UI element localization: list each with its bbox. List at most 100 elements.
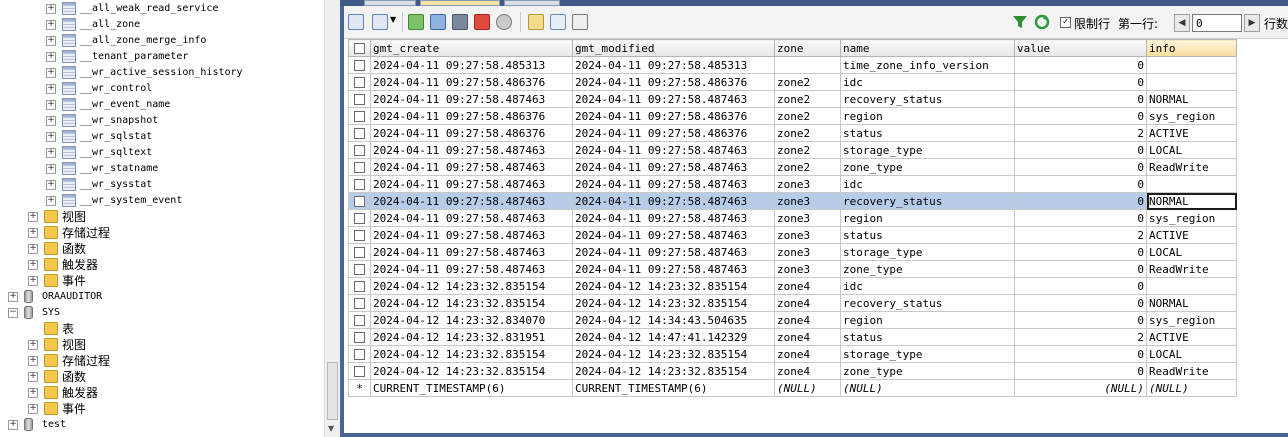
cell-info[interactable] xyxy=(1146,277,1237,295)
cell-gmt-create[interactable]: 2024-04-11 09:27:58.486376 xyxy=(370,107,573,125)
table-row[interactable]: 2024-04-11 09:27:58.487463 2024-04-11 09:… xyxy=(348,260,1237,278)
row-checkbox[interactable] xyxy=(354,179,365,190)
table-row[interactable]: 2024-04-11 09:27:58.485313 2024-04-11 09:… xyxy=(348,56,1237,74)
table-row[interactable]: 2024-04-11 09:27:58.487463 2024-04-11 09:… xyxy=(348,141,1237,159)
select-all-header[interactable] xyxy=(348,39,371,57)
cell-name[interactable]: recovery_status xyxy=(840,90,1015,108)
table-row[interactable]: 2024-04-11 09:27:58.486376 2024-04-11 09:… xyxy=(348,107,1237,125)
cell-gmt-create[interactable]: 2024-04-11 09:27:58.487463 xyxy=(370,175,573,193)
cell-gmt-modified[interactable]: 2024-04-11 09:27:58.486376 xyxy=(572,73,775,91)
cell-zone[interactable]: zone2 xyxy=(774,73,841,91)
cell-gmt-create[interactable]: 2024-04-12 14:23:32.834070 xyxy=(370,311,573,329)
row-selector[interactable] xyxy=(348,345,371,363)
offset-input[interactable] xyxy=(1192,14,1242,32)
row-selector[interactable] xyxy=(348,294,371,312)
cell-info[interactable]: ReadWrite xyxy=(1146,158,1237,176)
row-selector[interactable] xyxy=(348,311,371,329)
expand-icon[interactable]: + xyxy=(46,116,56,126)
table-row[interactable]: 2024-04-12 14:23:32.835154 2024-04-12 14:… xyxy=(348,345,1237,363)
expand-icon[interactable]: + xyxy=(28,276,38,286)
limit-rows-checkbox[interactable]: ✓ xyxy=(1060,17,1071,28)
row-checkbox[interactable] xyxy=(354,366,365,377)
cell-zone[interactable]: zone2 xyxy=(774,90,841,108)
collapse-icon[interactable]: − xyxy=(8,308,18,318)
expand-icon[interactable]: + xyxy=(46,36,56,46)
new-cell-value[interactable]: (NULL) xyxy=(1014,379,1147,397)
cell-name[interactable]: recovery_status xyxy=(840,192,1015,210)
table-row[interactable]: 2024-04-11 09:27:58.487463 2024-04-11 09:… xyxy=(348,192,1237,210)
cell-zone[interactable]: zone2 xyxy=(774,141,841,159)
insert-row-icon[interactable] xyxy=(348,14,364,30)
prev-page-button[interactable]: ◀ xyxy=(1174,14,1190,32)
row-selector[interactable] xyxy=(348,141,371,159)
cell-gmt-create[interactable]: 2024-04-11 09:27:58.486376 xyxy=(370,73,573,91)
row-checkbox[interactable] xyxy=(354,332,365,343)
expand-icon[interactable]: + xyxy=(46,148,56,158)
tree-db-oraauditor[interactable]: + ORAAUDITOR xyxy=(0,289,324,305)
cell-gmt-create[interactable]: 2024-04-12 14:23:32.835154 xyxy=(370,294,573,312)
expand-icon[interactable]: + xyxy=(28,372,38,382)
cell-name[interactable]: recovery_status xyxy=(840,294,1015,312)
row-checkbox[interactable] xyxy=(354,230,365,241)
cell-gmt-modified[interactable]: 2024-04-11 09:27:58.487463 xyxy=(572,158,775,176)
table-row[interactable]: 2024-04-12 14:23:32.835154 2024-04-12 14:… xyxy=(348,294,1237,312)
table-row[interactable]: 2024-04-11 09:27:58.486376 2024-04-11 09:… xyxy=(348,124,1237,142)
tree-table-all-weak-read-service[interactable]: + __all_weak_read_service xyxy=(0,1,324,17)
next-page-button[interactable]: ▶ xyxy=(1244,14,1260,32)
cell-gmt-modified[interactable]: 2024-04-12 14:23:32.835154 xyxy=(572,362,775,380)
row-selector[interactable] xyxy=(348,175,371,193)
table-row[interactable]: 2024-04-11 09:27:58.487463 2024-04-11 09:… xyxy=(348,226,1237,244)
cell-zone[interactable]: zone2 xyxy=(774,158,841,176)
cell-value[interactable]: 0 xyxy=(1014,243,1147,261)
cell-zone[interactable]: zone4 xyxy=(774,328,841,346)
expand-icon[interactable]: + xyxy=(8,420,18,430)
column-header-gmt-create[interactable]: gmt_create xyxy=(370,39,573,57)
cell-value[interactable]: 0 xyxy=(1014,90,1147,108)
cell-value[interactable]: 0 xyxy=(1014,192,1147,210)
column-header-zone[interactable]: zone xyxy=(774,39,841,57)
cell-value[interactable]: 0 xyxy=(1014,345,1147,363)
new-row[interactable]: * CURRENT_TIMESTAMP(6) CURRENT_TIMESTAMP(6… xyxy=(348,379,1237,397)
new-cell-gmt-create[interactable]: CURRENT_TIMESTAMP(6) xyxy=(370,379,573,397)
cell-zone[interactable]: zone3 xyxy=(774,175,841,193)
cell-name[interactable]: zone_type xyxy=(840,158,1015,176)
cell-gmt-modified[interactable]: 2024-04-11 09:27:58.487463 xyxy=(572,90,775,108)
row-checkbox[interactable] xyxy=(354,111,365,122)
cell-gmt-create[interactable]: 2024-04-11 09:27:58.487463 xyxy=(370,243,573,261)
cell-name[interactable]: zone_type xyxy=(840,362,1015,380)
cell-gmt-modified[interactable]: 2024-04-11 09:27:58.487463 xyxy=(572,226,775,244)
cell-gmt-modified[interactable]: 2024-04-11 09:27:58.487463 xyxy=(572,260,775,278)
cell-zone[interactable]: zone2 xyxy=(774,124,841,142)
row-checkbox[interactable] xyxy=(354,247,365,258)
cell-value[interactable]: 0 xyxy=(1014,158,1147,176)
expand-icon[interactable]: + xyxy=(8,292,18,302)
cell-info[interactable] xyxy=(1146,175,1237,193)
cell-gmt-modified[interactable]: 2024-04-12 14:23:32.835154 xyxy=(572,294,775,312)
cell-info[interactable]: NORMAL xyxy=(1146,90,1237,108)
row-selector[interactable] xyxy=(348,328,371,346)
tree-table-all-zone-merge-info[interactable]: + __all_zone_merge_info xyxy=(0,33,324,49)
scroll-down-arrow-icon[interactable]: ▼ xyxy=(328,424,334,433)
cell-name[interactable]: region xyxy=(840,107,1015,125)
tree-table-wr-statname[interactable]: + __wr_statname xyxy=(0,161,324,177)
cell-gmt-modified[interactable]: 2024-04-11 09:27:58.487463 xyxy=(572,141,775,159)
expand-icon[interactable]: + xyxy=(46,132,56,142)
cell-info[interactable]: ACTIVE xyxy=(1146,124,1237,142)
row-checkbox[interactable] xyxy=(354,145,365,156)
table-row[interactable]: 2024-04-11 09:27:58.487463 2024-04-11 09:… xyxy=(348,175,1237,193)
cell-gmt-create[interactable]: 2024-04-11 09:27:58.487463 xyxy=(370,260,573,278)
expand-icon[interactable]: + xyxy=(28,340,38,350)
expand-icon[interactable]: + xyxy=(46,196,56,206)
row-checkbox[interactable] xyxy=(354,315,365,326)
expand-icon[interactable]: + xyxy=(28,244,38,254)
cell-zone[interactable]: zone4 xyxy=(774,345,841,363)
tree-table-wr-sqlstat[interactable]: + __wr_sqlstat xyxy=(0,129,324,145)
tree-db-sys[interactable]: − SYS xyxy=(0,305,324,321)
cell-info[interactable]: LOCAL xyxy=(1146,345,1237,363)
cell-name[interactable]: storage_type xyxy=(840,345,1015,363)
cell-name[interactable]: idc xyxy=(840,73,1015,91)
tree-folder-4[interactable]: + 事件 xyxy=(0,273,324,289)
row-selector[interactable] xyxy=(348,226,371,244)
add-record-icon[interactable] xyxy=(408,14,424,30)
cell-value[interactable]: 0 xyxy=(1014,73,1147,91)
